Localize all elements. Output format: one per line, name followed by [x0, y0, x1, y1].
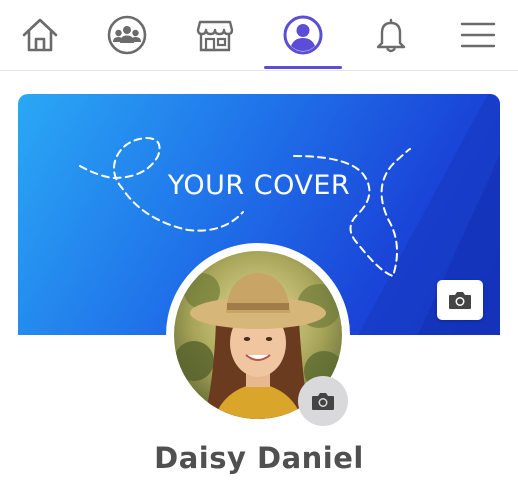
profile-icon — [283, 15, 323, 55]
store-icon — [196, 20, 234, 52]
nav-profile[interactable] — [271, 0, 335, 70]
home-icon — [22, 18, 58, 52]
nav-home[interactable] — [8, 0, 72, 70]
nav-notifications[interactable] — [359, 0, 423, 70]
nav-groups[interactable] — [95, 0, 159, 70]
edit-avatar-button[interactable] — [298, 376, 348, 426]
edit-cover-button[interactable] — [437, 280, 483, 320]
groups-icon — [107, 15, 147, 55]
top-nav-bar — [0, 0, 518, 71]
menu-icon — [460, 22, 496, 48]
nav-menu[interactable] — [446, 0, 510, 70]
active-tab-indicator — [264, 66, 342, 69]
cover-title: YOUR COVER — [167, 170, 351, 201]
profile-name: Daisy Daniel — [154, 441, 364, 475]
camera-icon — [312, 393, 334, 410]
nav-store[interactable] — [183, 0, 247, 70]
bell-icon — [376, 18, 406, 53]
camera-icon — [449, 292, 471, 309]
